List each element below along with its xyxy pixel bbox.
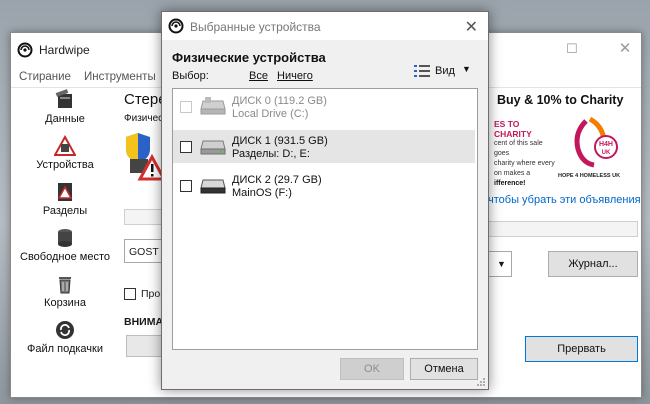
chevron-down-icon: ▼ [497,259,506,269]
svg-text:UK: UK [602,150,611,156]
svg-text:H4H: H4H [599,141,613,148]
section-title: Физические устройства [172,50,326,65]
sidebar-item-partitions[interactable]: Разделы [11,181,119,217]
ad-text: ES TO CHARITY cent of this sale goes cha… [494,119,556,189]
ad-progress [488,221,638,237]
close-icon[interactable]: ✕ [617,41,633,57]
sidebar-item-label: Устройства [36,159,94,171]
sidebar-item-recycle-bin[interactable]: Корзина [11,273,119,309]
device-volumes: Разделы: D:, E: [232,148,310,160]
security-shield-icon [126,133,164,181]
hope4homeless-logo: H4H UK [574,116,618,168]
select-none-link[interactable]: Ничего [277,70,313,82]
sidebar-item-label: Данные [45,113,85,125]
cancel-button[interactable]: Отмена [410,358,478,380]
sidebar-item-devices[interactable]: Устройства [11,135,119,171]
hard-drive-icon [200,97,226,115]
usb-drive-icon [200,179,226,194]
maximize-icon[interactable]: ☐ [564,41,580,57]
ad-panel: Buy & 10% to Charity ES TO CHARITY cent … [488,89,643,389]
sidebar-item-label: Корзина [44,297,86,309]
hardwipe-app-icon [17,42,33,58]
device-checkbox[interactable] [180,141,192,153]
main-sidebar: Данные Устройства Разделы Свободное мест… [11,89,119,399]
ad-text-line: ifference! [494,180,526,187]
menu-tools[interactable]: Инструменты [84,71,156,83]
dialog-titlebar[interactable]: Выбранные устройства ✕ [162,12,488,40]
device-warning-icon [54,135,76,156]
device-item-disk0[interactable]: ДИСК 0 (119.2 GB) Local Drive (C:) [173,90,475,123]
main-window-title: Hardwipe [39,43,90,57]
abort-button[interactable]: Прервать [525,336,638,362]
content-subheading: Физичес [124,113,164,124]
swap-file-icon [56,321,74,339]
resize-grip-icon[interactable] [476,377,486,387]
device-name: ДИСК 2 (29.7 GB) [232,174,322,186]
ad-text-line: cent of this sale goes [494,140,543,157]
selected-devices-dialog: Выбранные устройства ✕ Физические устрой… [161,11,489,390]
ad-org-name: HOPE 4 HOMELESS UK [558,173,621,179]
sidebar-item-label: Свободное место [20,251,110,263]
method-dropdown-arrow[interactable]: ▼ [488,251,512,277]
device-item-disk1[interactable]: ДИСК 1 (931.5 GB) Разделы: D:, E: [173,130,475,163]
ok-button[interactable]: OK [340,358,404,380]
view-menu-button[interactable]: Вид ▼ [414,63,474,81]
sidebar-item-label: Файл подкачки [27,343,103,355]
hard-drive-icon [200,140,226,155]
device-name: ДИСК 1 (931.5 GB) [232,135,328,147]
recycle-bin-icon [59,277,71,294]
view-list-icon [414,65,430,77]
select-label: Выбор: [172,70,209,82]
close-icon[interactable]: ✕ [465,17,478,37]
warning-text: ВНИМА [124,316,164,328]
dialog-title: Выбранные устройства [190,20,321,34]
data-wipe-icon [55,89,72,108]
sidebar-item-free-space[interactable]: Свободное место [11,227,119,263]
chevron-down-icon: ▼ [462,64,471,74]
device-name: ДИСК 0 (119.2 GB) [232,95,327,107]
select-all-link[interactable]: Все [249,70,268,82]
journal-button[interactable]: Журнал... [548,251,638,277]
view-menu-label: Вид [435,65,455,77]
ad-text-line: charity where every [494,160,555,167]
sidebar-item-swap-file[interactable]: Файл подкачки [11,319,119,355]
menu-wipe[interactable]: Стирание [19,71,71,83]
device-checkbox[interactable] [180,101,192,113]
ad-headline: Buy & 10% to Charity [497,93,624,107]
device-volumes: MainOS (F:) [232,187,292,199]
ad-text-line: ES TO CHARITY [494,119,532,139]
device-volumes: Local Drive (C:) [232,108,309,120]
ad-text-line: on makes a [494,170,531,177]
partition-icon [57,183,73,201]
device-checkbox[interactable] [180,180,192,192]
free-space-icon [58,229,72,247]
hardwipe-app-icon [168,18,184,34]
device-list: ДИСК 0 (119.2 GB) Local Drive (C:) ДИСК … [172,88,478,350]
sidebar-item-data[interactable]: Данные [11,89,119,125]
remove-ads-link[interactable]: чтобы убрать эти объявления [488,194,641,206]
sidebar-item-label: Разделы [42,205,88,217]
verify-checkbox[interactable] [124,288,136,300]
device-item-disk2[interactable]: ДИСК 2 (29.7 GB) MainOS (F:) [173,169,475,202]
